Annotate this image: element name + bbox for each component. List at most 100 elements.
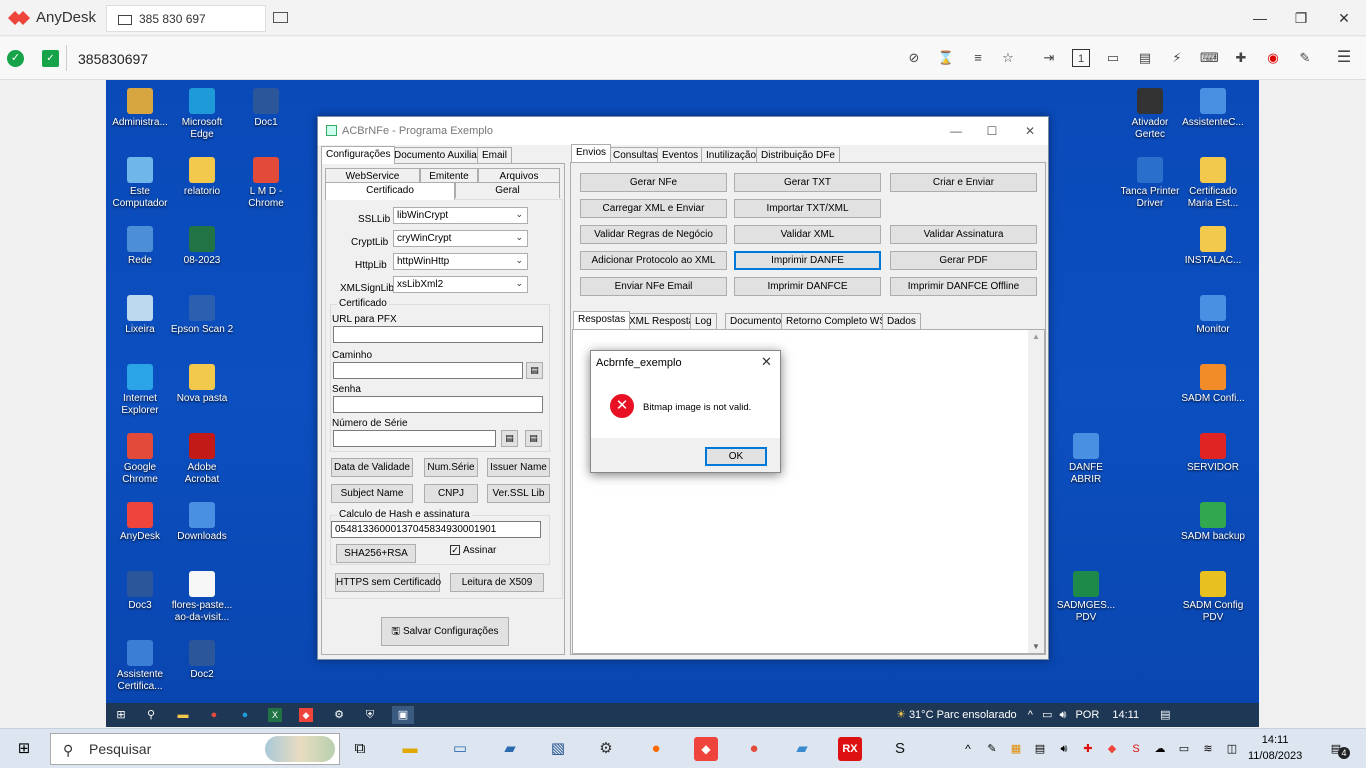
tab-respostas[interactable]: Respostas (573, 311, 631, 329)
search-box[interactable]: ⚲ Pesquisar (50, 733, 340, 765)
star-icon[interactable]: ☆ (999, 49, 1017, 67)
envio-button[interactable]: Validar XML (734, 225, 881, 244)
numero-serie-input[interactable] (333, 430, 496, 447)
desktop-icon[interactable]: SADM Confi... (1181, 364, 1245, 405)
subject-name-button[interactable]: Subject Name (331, 484, 413, 503)
file-transfer-icon[interactable]: ⇥ (1040, 49, 1058, 67)
display-icon[interactable]: ▭ (1104, 49, 1122, 67)
subtab-certificado[interactable]: Certificado (325, 182, 455, 200)
record-icon[interactable]: ◉ (1264, 49, 1282, 67)
tab-documento[interactable]: Documento (725, 313, 787, 329)
sha256-rsa-button[interactable]: SHA256+RSA (336, 544, 416, 563)
tab-eventos[interactable]: Eventos (657, 147, 704, 163)
volume-icon[interactable]: 🔊︎ (1052, 737, 1076, 761)
tray-chevron-icon[interactable]: ^ (1028, 709, 1033, 721)
desktop-icon[interactable]: flores-paste... ao-da-visit... (170, 571, 234, 624)
remote-screen[interactable]: Administra... Microsoft Edge Doc1 Este Comp… (0, 80, 1366, 768)
pc-icon[interactable]: ▭ (448, 737, 472, 761)
local-clock[interactable]: 14:11 11/08/2023 (1248, 732, 1302, 764)
select-cert-list-icon[interactable]: ▤ (525, 430, 542, 447)
rx-icon[interactable]: RX (838, 737, 862, 761)
sadm-icon[interactable]: S (888, 737, 912, 761)
desktop-icon[interactable]: Microsoft Edge (170, 88, 234, 141)
assinar-checkbox[interactable]: ✓ Assinar (450, 545, 496, 556)
windows-start-icon[interactable]: ⊞ (12, 737, 36, 761)
settings-icon[interactable]: ⚙ (594, 737, 618, 761)
desktop-icon[interactable]: AnyDesk (108, 502, 172, 543)
desktop-icon[interactable]: Administra... (108, 88, 172, 129)
tab-consultas[interactable]: Consultas (608, 147, 663, 163)
cloud-icon[interactable]: ☁ (1148, 737, 1172, 761)
edge-icon[interactable]: ● (236, 706, 254, 724)
desktop-icon[interactable]: Certificado Maria Est... (1181, 157, 1245, 210)
keyboard-icon[interactable]: ⌨ (1200, 49, 1219, 67)
tray-icon[interactable]: ✎ (980, 737, 1004, 761)
envio-button[interactable]: Importar TXT/XML (734, 199, 881, 218)
desktop-icon[interactable]: Doc2 (170, 640, 234, 681)
xmlsignlib-select[interactable]: xsLibXml2 ⌄ (393, 276, 528, 293)
close-button[interactable]: ✕ (1330, 6, 1358, 30)
data-validade-button[interactable]: Data de Validade (331, 458, 413, 477)
tray-icon[interactable]: ✚ (1076, 737, 1100, 761)
envio-button[interactable]: Imprimir DANFE (734, 251, 881, 270)
envio-button[interactable]: Validar Regras de Negócio (580, 225, 727, 244)
tab-configuracoes[interactable]: Configurações (321, 146, 396, 164)
ver-ssl-lib-button[interactable]: Ver.SSL Lib (487, 484, 550, 503)
network-icon[interactable]: ▭ (1172, 737, 1196, 761)
desktop-icon[interactable]: AssistenteC... (1181, 88, 1245, 129)
cryptlib-select[interactable]: cryWinCrypt ⌄ (393, 230, 528, 247)
subtab-geral[interactable]: Geral (455, 182, 560, 198)
acbr-title-bar[interactable]: ACBrNFe - Programa Exemplo — ☐ ✕ (318, 117, 1048, 145)
actions-icon[interactable]: ⚡ (1168, 49, 1186, 67)
desktop-icon[interactable]: 08-2023 (170, 226, 234, 267)
language-indicator[interactable]: POR (1075, 709, 1099, 721)
volume-icon[interactable]: 🔊︎ (1059, 709, 1066, 721)
dialog-ok-button[interactable]: OK (705, 447, 767, 466)
select-cert-icon[interactable]: ▤ (501, 430, 518, 447)
ssllib-select[interactable]: libWinCrypt ⌄ (393, 207, 528, 224)
permissions-icon[interactable]: ✓ (42, 50, 59, 67)
envio-button[interactable]: Gerar TXT (734, 173, 881, 192)
search-icon[interactable]: ⚲ (142, 706, 160, 724)
browse-file-icon[interactable]: ▤ (526, 362, 543, 379)
error-dialog[interactable]: Acbrnfe_exemplo ✕ ✕ Bitmap image is not … (590, 350, 781, 473)
tab-xml-resposta[interactable]: XML Resposta (624, 313, 700, 329)
dialog-close-icon[interactable]: ✕ (761, 354, 772, 370)
num-serie-button[interactable]: Num.Série (424, 458, 478, 477)
desktop-icon[interactable]: Google Chrome (108, 433, 172, 486)
tab-envios[interactable]: Envios (571, 144, 612, 162)
wifi-icon[interactable]: ≋ (1196, 737, 1220, 761)
tab-distribuicao-dfe[interactable]: Distribuição DFe (756, 147, 840, 163)
desktop-icon[interactable]: Doc1 (234, 88, 298, 129)
tray-chevron-icon[interactable]: ^ (956, 737, 980, 761)
anydesk-taskbar-icon[interactable]: ◆ (694, 737, 718, 761)
chrome-icon[interactable]: ● (742, 737, 766, 761)
notification-icon[interactable]: ▤ (1160, 709, 1170, 721)
envio-button[interactable]: Carregar XML e Enviar (580, 199, 727, 218)
tab-email[interactable]: Email (477, 147, 513, 163)
notification-center-icon[interactable]: ▤ 4 (1324, 737, 1350, 761)
maximize-button[interactable]: ❐ (1287, 6, 1315, 30)
envio-button[interactable]: Gerar PDF (890, 251, 1037, 270)
desktop-icon[interactable]: Rede (108, 226, 172, 267)
database-icon[interactable]: ≡ (969, 49, 987, 67)
tab-documento-auxiliar[interactable]: Documento Auxiliar (389, 147, 486, 163)
envio-button[interactable]: Validar Assinatura (890, 225, 1037, 244)
desktop-icon[interactable]: Downloads (170, 502, 234, 543)
new-tab-icon[interactable] (273, 12, 288, 23)
settings-icon[interactable]: ⚙ (330, 706, 348, 724)
file-explorer-icon[interactable]: ▬ (174, 706, 192, 724)
anydesk-tray-icon[interactable]: ◆ (1100, 737, 1124, 761)
plugins-icon[interactable]: ✚ (1232, 49, 1250, 67)
desktop-icon[interactable]: Epson Scan 2 (170, 295, 234, 336)
acbr-taskbar-icon[interactable]: ▣ (392, 706, 414, 724)
leitura-x509-button[interactable]: Leitura de X509 (450, 573, 544, 592)
notes-icon[interactable]: ▰ (790, 737, 814, 761)
desktop-icon[interactable]: L M D - Chrome (234, 157, 298, 210)
media-icon[interactable]: ▧ (546, 737, 570, 761)
tray-icon[interactable]: ▦ (1004, 737, 1028, 761)
privacy-icon[interactable]: ⊘ (905, 49, 923, 67)
desktop-icon[interactable]: DANFE ABRIR (1054, 433, 1118, 486)
vertical-scrollbar[interactable]: ▲ ▼ (1028, 330, 1044, 653)
tray-icon[interactable]: ◫ (1220, 737, 1244, 761)
